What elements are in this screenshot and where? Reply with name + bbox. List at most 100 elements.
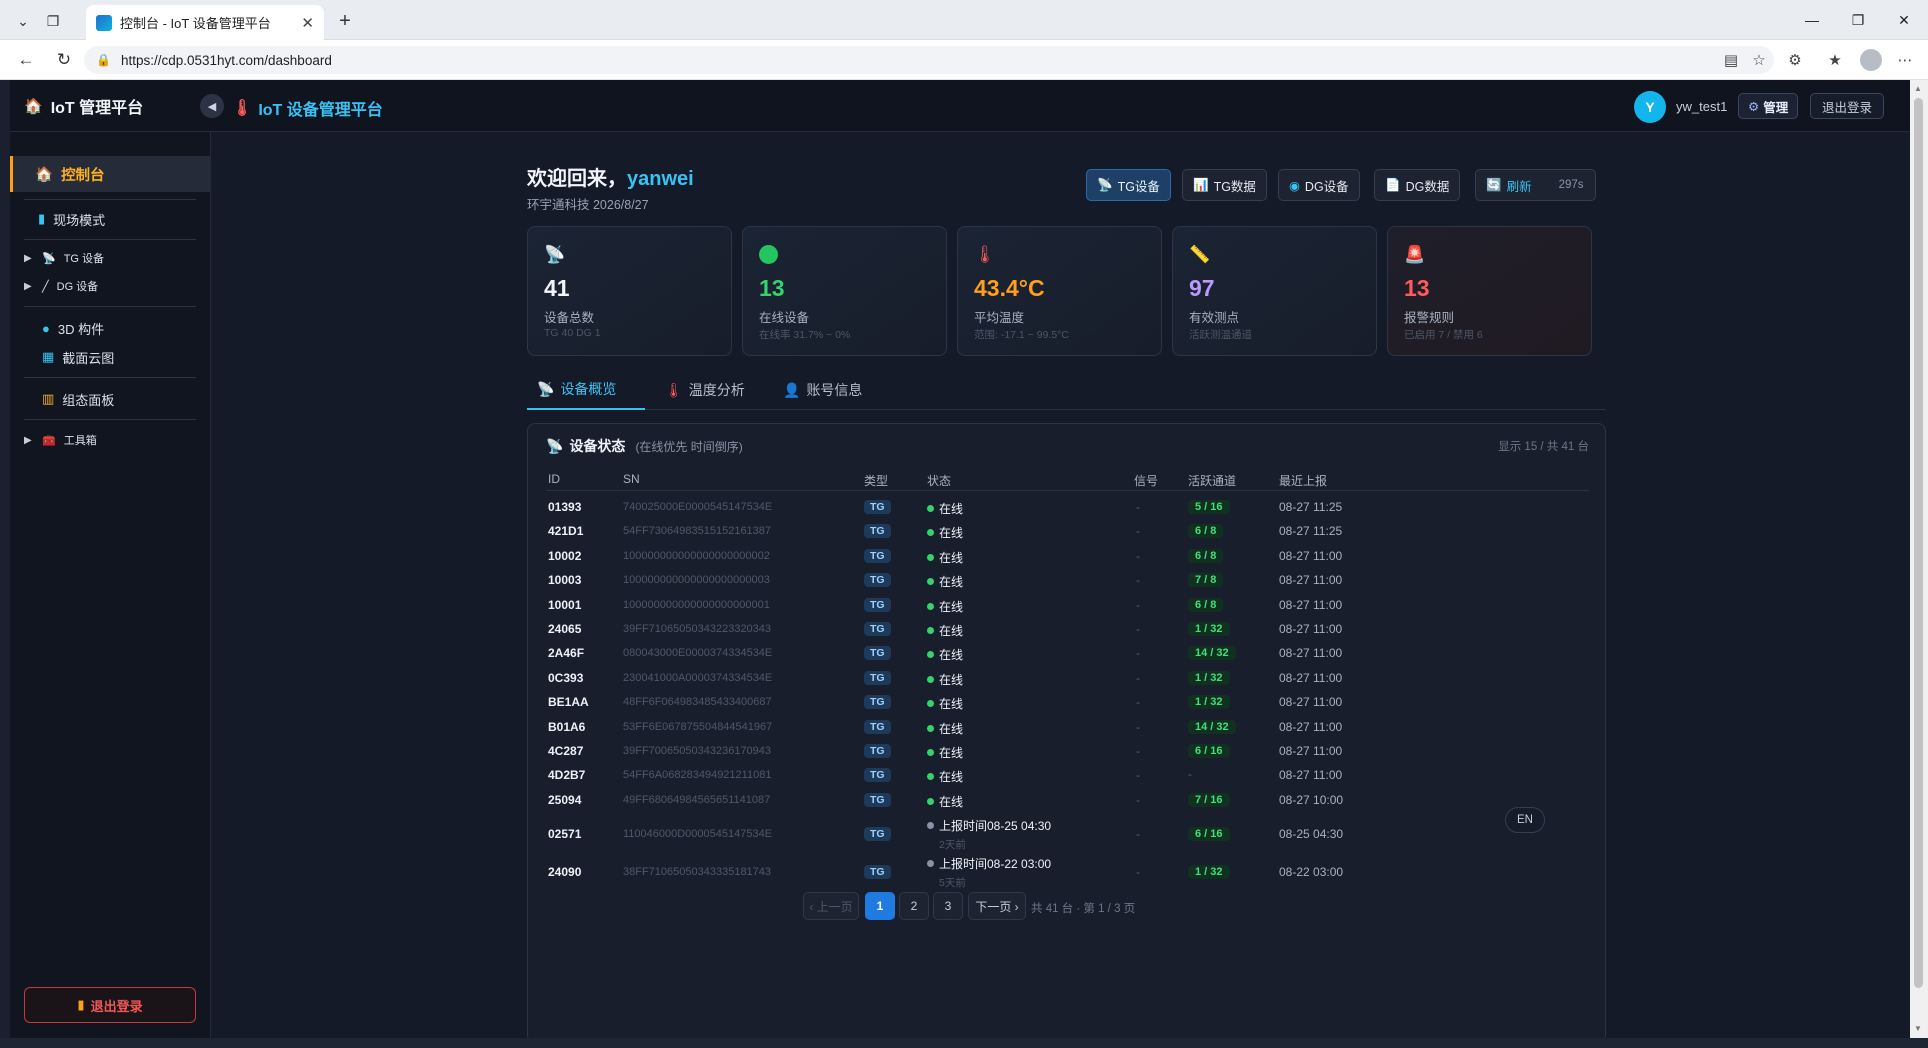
sidebar-item-toolbox[interactable]: ▶ 🧰 工具箱 xyxy=(10,427,210,453)
signal-value: - xyxy=(1136,646,1140,661)
sidebar-item-label: DG 设备 xyxy=(56,281,99,293)
tab-temperature-analysis[interactable]: 🌡 温度分析 xyxy=(655,370,755,410)
page-2-button[interactable]: 2 xyxy=(899,892,929,920)
device-id[interactable]: 2A46F xyxy=(548,646,584,660)
table-row[interactable]: 10002 100000000000000000000002 TG 在线 - 6 / 8 0… xyxy=(528,545,1607,569)
sidebar-item-dg-devices[interactable]: ▶ ╱ DG 设备 xyxy=(10,274,210,298)
sidebar-item-section-cloud[interactable]: ▦ 截面云图 xyxy=(10,343,210,371)
button-label: DG数据 xyxy=(1405,179,1450,194)
tab-list-chevron-icon[interactable]: ⌄ xyxy=(8,8,38,34)
status-cell: 在线 xyxy=(927,598,963,615)
device-id[interactable]: 01393 xyxy=(548,500,581,514)
brand[interactable]: 🏠 IoT 管理平台 xyxy=(24,94,143,118)
channels-cell: 14 / 32 xyxy=(1188,719,1236,734)
sidebar-collapse-button[interactable]: ◀ xyxy=(200,94,224,118)
scroll-down-icon[interactable]: ▼ xyxy=(1914,1024,1922,1033)
ruler-icon: 📏 xyxy=(1189,245,1211,264)
language-toggle-button[interactable]: EN xyxy=(1505,807,1545,833)
minimize-icon[interactable]: — xyxy=(1790,6,1834,34)
tab-close-icon[interactable]: ✕ xyxy=(301,14,314,32)
signal-value: - xyxy=(1136,695,1140,710)
table-row[interactable]: 0C393 230041000A0000374334534E TG 在线 - 1 / 32… xyxy=(528,667,1607,691)
device-id[interactable]: 24090 xyxy=(548,865,581,879)
device-id[interactable]: 25094 xyxy=(548,793,581,807)
sidebar-logout-button[interactable]: ▮ 退出登录 xyxy=(24,987,196,1023)
dg-devices-button[interactable]: ◉ DG设备 xyxy=(1278,169,1360,201)
extensions-icon[interactable]: ⚙ xyxy=(1782,48,1808,72)
favorite-star-icon[interactable]: ☆ xyxy=(1746,48,1772,72)
table-row[interactable]: 10001 100000000000000000000001 TG 在线 - 6 / 8 0… xyxy=(528,594,1607,618)
device-id[interactable]: B01A6 xyxy=(548,720,585,734)
next-page-button[interactable]: 下一页 › xyxy=(968,892,1026,920)
page-scrollbar[interactable]: ▲ ▼ xyxy=(1910,80,1928,1038)
page-1-button[interactable]: 1 xyxy=(865,892,895,920)
taskbar xyxy=(0,1038,1928,1048)
device-sn: 080043000E0000374334534E xyxy=(623,647,773,660)
table-row[interactable]: 01393 740025000E0000545147534E TG 在线 - 5 / 16… xyxy=(528,496,1607,520)
scrollbar-thumb[interactable] xyxy=(1914,98,1923,988)
device-id[interactable]: 02571 xyxy=(548,827,581,841)
tab-account-info[interactable]: 👤 账号信息 xyxy=(773,370,872,410)
table-row[interactable]: 24065 39FF71065050343223320343 TG 在线 - 1 / 32… xyxy=(528,618,1607,642)
back-arrow-icon[interactable]: ← xyxy=(12,48,40,72)
button-label: TG数据 xyxy=(1213,179,1256,194)
sidebar-item-dashboard[interactable]: 🏠 控制台 xyxy=(10,156,210,192)
scroll-up-icon[interactable]: ▲ xyxy=(1914,84,1922,93)
channels-cell: 1 / 32 xyxy=(1188,670,1230,685)
admin-button[interactable]: ⚙ 管理 xyxy=(1738,93,1799,119)
workspaces-icon[interactable]: ❐ xyxy=(38,8,68,34)
table-row[interactable]: 10003 100000000000000000000003 TG 在线 - 7 / 8 0… xyxy=(528,569,1607,593)
signal-value: - xyxy=(1136,524,1140,539)
tg-data-button[interactable]: 📊 TG数据 xyxy=(1182,169,1267,201)
profile-icon[interactable] xyxy=(1858,48,1884,72)
dg-data-button[interactable]: 📄 DG数据 xyxy=(1374,169,1461,201)
sidebar-item-tg-devices[interactable]: ▶ 📡 TG 设备 xyxy=(10,246,210,270)
sidebar-item-3d-components[interactable]: ● 3D 构件 xyxy=(10,314,210,342)
refresh-button[interactable]: 🔄 刷新 297s xyxy=(1475,169,1596,201)
reload-icon[interactable]: ↻ xyxy=(50,48,78,72)
header-logout-button[interactable]: 退出登录 xyxy=(1810,93,1885,119)
favorites-icon[interactable]: ★ xyxy=(1822,48,1848,72)
window-close-icon[interactable]: ✕ xyxy=(1882,6,1926,34)
siren-icon: 🚨 xyxy=(1404,245,1426,264)
page-3-button[interactable]: 3 xyxy=(933,892,963,920)
tg-devices-button[interactable]: 📡 TG设备 xyxy=(1086,169,1171,201)
device-id[interactable]: 10002 xyxy=(548,549,581,563)
tab-device-overview[interactable]: 📡 设备概览 xyxy=(527,370,645,410)
table-row[interactable]: B01A6 53FF6E067875504844541967 TG 在线 - 14 / 3… xyxy=(528,716,1607,740)
user-avatar[interactable]: Y xyxy=(1634,91,1666,123)
type-badge: TG xyxy=(864,719,891,734)
browser-tab-active[interactable]: 控制台 - IoT 设备管理平台 ✕ xyxy=(86,5,324,40)
device-id[interactable]: 4C287 xyxy=(548,744,583,758)
channels-badge: 1 / 32 xyxy=(1188,695,1230,710)
offline-dot-icon xyxy=(927,860,934,868)
stat-label: 在线设备 xyxy=(759,311,810,325)
device-id[interactable]: 10003 xyxy=(548,573,581,587)
table-row[interactable]: 4D2B7 54FF6A068283494921211081 TG 在线 - - 08-27… xyxy=(528,764,1607,788)
device-id[interactable]: 4D2B7 xyxy=(548,768,585,782)
url-field[interactable]: 🔒 https://cdp.0531hyt.com/dashboard xyxy=(84,46,1774,74)
table-row[interactable]: 421D1 54FF7306498351515216138​7 TG 在线 - 6 / 8… xyxy=(528,520,1607,544)
table-row[interactable]: BE1AA 48FF6F064983485433400687 TG 在线 - 1 / 32… xyxy=(528,691,1607,715)
device-sn: 100000000000000000000001 xyxy=(623,598,770,611)
table-row[interactable]: 4C287 39FF70065050343236170943 TG 在线 - 6 / 16… xyxy=(528,740,1607,764)
device-id[interactable]: 10001 xyxy=(548,598,581,612)
device-id[interactable]: BE1AA xyxy=(548,695,589,709)
prev-page-button[interactable]: ‹ 上一页 xyxy=(803,892,859,920)
table-row[interactable]: 02571 110046000D0000545147534E TG 上报时间08-25… xyxy=(528,815,1607,851)
device-id[interactable]: 0C393 xyxy=(548,671,583,685)
device-id[interactable]: 24065 xyxy=(548,622,581,636)
sidebar-item-config-panel[interactable]: ▥ 组态面板 xyxy=(10,385,210,413)
sidebar-item-field-mode[interactable]: ▮ 现场模式 xyxy=(10,204,210,234)
last-report: 08-27 10:00 xyxy=(1279,792,1344,807)
welcome-heading: 欢迎回来，yanwei xyxy=(527,162,694,191)
table-row[interactable]: 24090 38FF71065050343335181743 TG 上报时间08-22… xyxy=(528,853,1607,889)
reading-view-icon[interactable]: ▤ xyxy=(1718,48,1744,72)
device-id[interactable]: 421D1 xyxy=(548,524,583,538)
more-menu-icon[interactable]: ⋯ xyxy=(1892,48,1918,72)
table-row[interactable]: 2A46F 080043000E0000374334534E TG 在线 - 14 / 3… xyxy=(528,642,1607,666)
table-row[interactable]: 25094 49FF68064984565651141087 TG 在线 - 7 / 16… xyxy=(528,789,1607,813)
chart-icon: ▥ xyxy=(42,391,55,406)
restore-icon[interactable]: ❐ xyxy=(1836,6,1880,34)
new-tab-plus-icon[interactable]: + xyxy=(331,8,359,34)
